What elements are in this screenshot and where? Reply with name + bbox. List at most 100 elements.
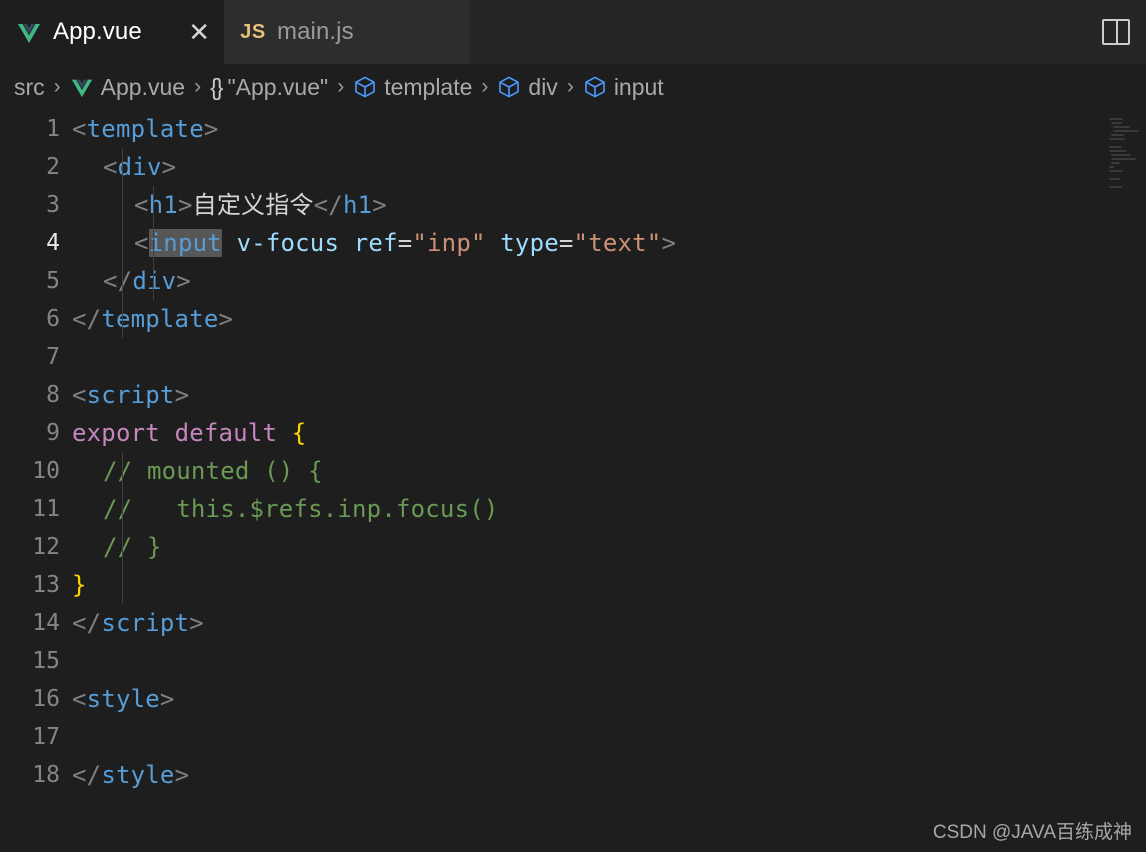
line-content: <template>: [72, 110, 219, 148]
code-line[interactable]: 6 </template>: [0, 300, 1100, 338]
code-token: >: [661, 229, 677, 257]
indent-guide: [122, 148, 123, 338]
code-line[interactable]: 7: [0, 338, 1100, 376]
code-token: <: [72, 115, 87, 143]
code-token: >: [176, 267, 191, 295]
breadcrumb-item-input[interactable]: input: [583, 74, 664, 101]
code-token: <: [72, 685, 87, 713]
line-number: 9: [46, 420, 60, 446]
code-token: script: [86, 381, 175, 409]
code-token: style: [101, 761, 175, 789]
code-line[interactable]: 12 // }: [0, 528, 1100, 566]
line-content: </style>: [72, 756, 189, 794]
code-token: style: [86, 685, 160, 713]
vue-logo-icon: [70, 75, 94, 99]
code-token: v-focus: [236, 229, 340, 257]
minimap-line: [1111, 154, 1131, 156]
minimap-line: [1111, 134, 1124, 136]
code-line[interactable]: 13}: [0, 566, 1100, 604]
minimap-line: [1109, 146, 1122, 148]
tab-main-js[interactable]: JS main.js: [224, 0, 470, 64]
tab-label: main.js: [277, 18, 354, 45]
indent-guide: [122, 452, 123, 604]
code-token: >: [218, 305, 234, 333]
code-token: div: [132, 267, 177, 295]
line-number: 2: [46, 154, 60, 180]
breadcrumb-label: div: [528, 73, 558, 100]
tab-close-icon[interactable]: ✕: [170, 19, 210, 45]
code-token: type: [500, 229, 559, 257]
js-file-icon-label: JS: [240, 20, 266, 43]
tab-bar-spacer: [470, 0, 1102, 64]
minimap-line: [1111, 162, 1120, 164]
minimap-line: [1113, 126, 1130, 128]
breadcrumb-separator-icon: ›: [194, 75, 202, 98]
breadcrumb-item-app-vue[interactable]: App.vue: [70, 74, 185, 101]
breadcrumb-label: input: [613, 73, 664, 100]
split-editor-icon[interactable]: [1102, 19, 1130, 45]
line-number: 3: [46, 192, 60, 218]
breadcrumb-item-div[interactable]: div: [497, 73, 558, 101]
minimap-line: [1111, 158, 1136, 160]
code-token: template: [101, 305, 219, 333]
line-content: </template>: [72, 300, 233, 338]
line-number: 11: [32, 496, 60, 522]
line-number: 15: [32, 648, 60, 674]
code-token: export: [72, 419, 160, 447]
code-line[interactable]: 8 <script>: [0, 376, 1100, 414]
code-token: default: [174, 419, 278, 447]
code-token: script: [101, 609, 190, 637]
code-line[interactable]: 17: [0, 718, 1100, 756]
code-line[interactable]: 10 // mounted () {: [0, 452, 1100, 490]
code-line[interactable]: 18 </style>: [0, 756, 1100, 794]
line-content: </script>: [72, 604, 204, 642]
breadcrumb-separator-icon: ›: [481, 75, 489, 98]
code-token: {: [291, 419, 307, 447]
code-line[interactable]: 2 <div>: [0, 148, 1100, 186]
breadcrumb-label: App.vue: [100, 73, 186, 100]
breadcrumb-item-app-vue-symbol[interactable]: {} "App.vue": [210, 74, 328, 101]
breadcrumb-label: "App.vue": [227, 73, 329, 100]
code-line[interactable]: 9 export default {: [0, 414, 1100, 452]
js-file-icon: JS: [240, 19, 266, 45]
vue-logo-icon: [16, 19, 42, 45]
code-token: "text": [573, 229, 662, 257]
breadcrumb-item-src[interactable]: src: [14, 74, 45, 101]
code-line[interactable]: 5 </div>: [0, 262, 1100, 300]
line-content: <input v-focus ref="inp" type="text">: [134, 224, 676, 262]
code-line[interactable]: 1 <template>: [0, 110, 1100, 148]
braces-icon: {}: [210, 73, 223, 100]
code-line[interactable]: 15: [0, 642, 1100, 680]
code-token: h1: [342, 191, 373, 219]
code-line[interactable]: 3 <h1>自定义指令</h1>: [0, 186, 1100, 224]
code-token: <: [134, 229, 149, 257]
code-line[interactable]: 11 // this.$refs.inp.focus(): [0, 490, 1100, 528]
code-line[interactable]: 16 <style>: [0, 680, 1100, 718]
watermark: CSDN @JAVA百练成神: [932, 822, 1132, 843]
minimap-line: [1109, 170, 1123, 172]
line-content: <script>: [72, 376, 189, 414]
minimap-line: [1109, 138, 1125, 140]
minimap-line: [1113, 130, 1139, 132]
code-line[interactable]: 14 </script>: [0, 604, 1100, 642]
code-lines: 1 <template> 2 <div> 3 <h1>自定义指令</h1> 4 <input …: [0, 110, 1100, 794]
line-number: 10: [32, 458, 60, 484]
code-token: </: [103, 267, 133, 295]
minimap-line: [1109, 150, 1127, 152]
vscode-window: App.vue ✕ JS main.js src › App.vue › {} …: [0, 0, 1146, 852]
minimap-line: [1109, 118, 1123, 120]
minimap[interactable]: [1100, 110, 1146, 852]
minimap-line: [1111, 122, 1122, 124]
breadcrumb-item-template[interactable]: template: [353, 74, 472, 101]
code-line[interactable]: 4 <input v-focus ref="inp" type="text">: [0, 224, 1100, 262]
code-editor[interactable]: 1 <template> 2 <div> 3 <h1>自定义指令</h1> 4 <input …: [0, 110, 1146, 852]
line-content: </div>: [103, 262, 191, 300]
tab-app-vue[interactable]: App.vue ✕: [0, 0, 224, 64]
code-token: =: [558, 229, 574, 257]
line-content: <div>: [103, 148, 176, 186]
line-number: 12: [32, 534, 60, 560]
